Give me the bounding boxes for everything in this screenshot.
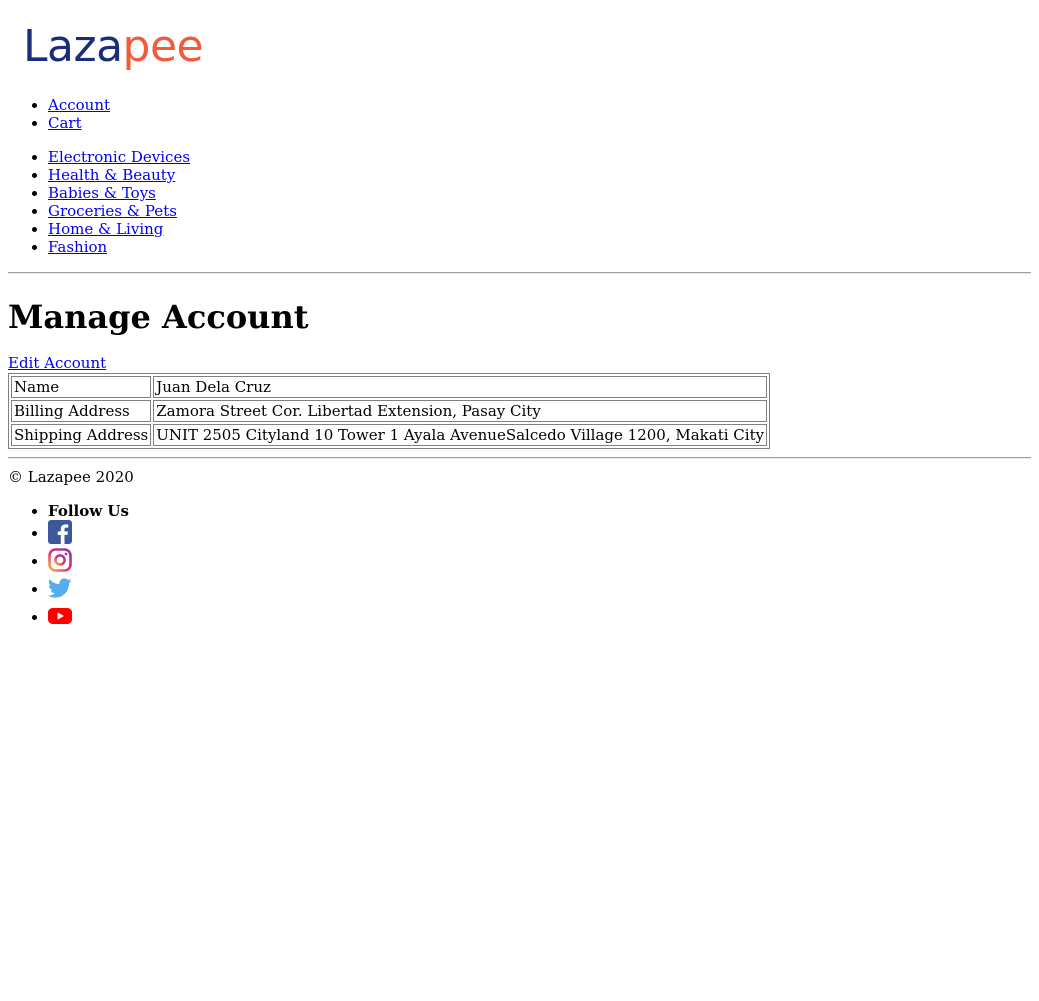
table-row: Name Juan Dela Cruz [11, 376, 768, 398]
instagram-icon [48, 548, 72, 572]
table-row: Billing Address Zamora Street Cor. Liber… [11, 400, 768, 422]
header-divider [8, 272, 1031, 274]
twitter-link[interactable] [48, 578, 72, 598]
account-link[interactable]: Account [48, 96, 110, 114]
follow-us-item: Follow Us [48, 502, 1031, 520]
row-value-billing-address: Zamora Street Cor. Libertad Extension, P… [153, 400, 768, 422]
lazapee-logo[interactable]: Lazapee [23, 21, 204, 72]
row-value-name: Juan Dela Cruz [153, 376, 768, 398]
category-item: Electronic Devices [48, 148, 1031, 166]
category-link-groceries-pets[interactable]: Groceries & Pets [48, 202, 177, 220]
nav-item-cart: Cart [48, 114, 1031, 132]
row-label-shipping-address: Shipping Address [11, 424, 152, 446]
category-item: Health & Beauty [48, 166, 1031, 184]
page-title: Manage Account [8, 298, 309, 336]
copyright-text: © Lazapee 2020 [8, 468, 134, 486]
category-item: Fashion [48, 238, 1031, 256]
row-value-shipping-address: UNIT 2505 Cityland 10 Tower 1 Ayala Aven… [153, 424, 768, 446]
footer-divider [8, 457, 1031, 459]
twitter-icon [48, 578, 72, 598]
category-link-home-living[interactable]: Home & Living [48, 220, 163, 238]
youtube-link[interactable] [48, 608, 72, 626]
account-nav: Account Cart [8, 96, 1031, 132]
category-item: Groceries & Pets [48, 202, 1031, 220]
header: Lazapee [8, 0, 1031, 76]
cart-link[interactable]: Cart [48, 114, 82, 132]
nav-item-account: Account [48, 96, 1031, 114]
category-link-babies-toys[interactable]: Babies & Toys [48, 184, 156, 202]
row-label-name: Name [11, 376, 152, 398]
logo-text-part2: pee [122, 21, 204, 72]
follow-us-label: Follow Us [48, 502, 129, 520]
facebook-link[interactable] [48, 520, 72, 544]
row-label-billing-address: Billing Address [11, 400, 152, 422]
category-link-fashion[interactable]: Fashion [48, 238, 107, 256]
social-item [48, 520, 1031, 548]
youtube-icon [48, 608, 72, 624]
social-item [48, 604, 1031, 632]
category-link-health-beauty[interactable]: Health & Beauty [48, 166, 175, 184]
edit-account-link[interactable]: Edit Account [8, 354, 1031, 372]
social-item [48, 576, 1031, 604]
category-nav: Electronic Devices Health & Beauty Babie… [8, 148, 1031, 256]
instagram-link[interactable] [48, 548, 72, 572]
category-item: Home & Living [48, 220, 1031, 238]
table-row: Shipping Address UNIT 2505 Cityland 10 T… [11, 424, 768, 446]
category-link-electronic-devices[interactable]: Electronic Devices [48, 148, 190, 166]
social-links: Follow Us [8, 502, 1031, 632]
social-item [48, 548, 1031, 576]
facebook-icon [48, 520, 72, 544]
category-item: Babies & Toys [48, 184, 1031, 202]
logo-text-part1: Laza [23, 21, 123, 72]
account-details-table: Name Juan Dela Cruz Billing Address Zamo… [8, 373, 771, 449]
